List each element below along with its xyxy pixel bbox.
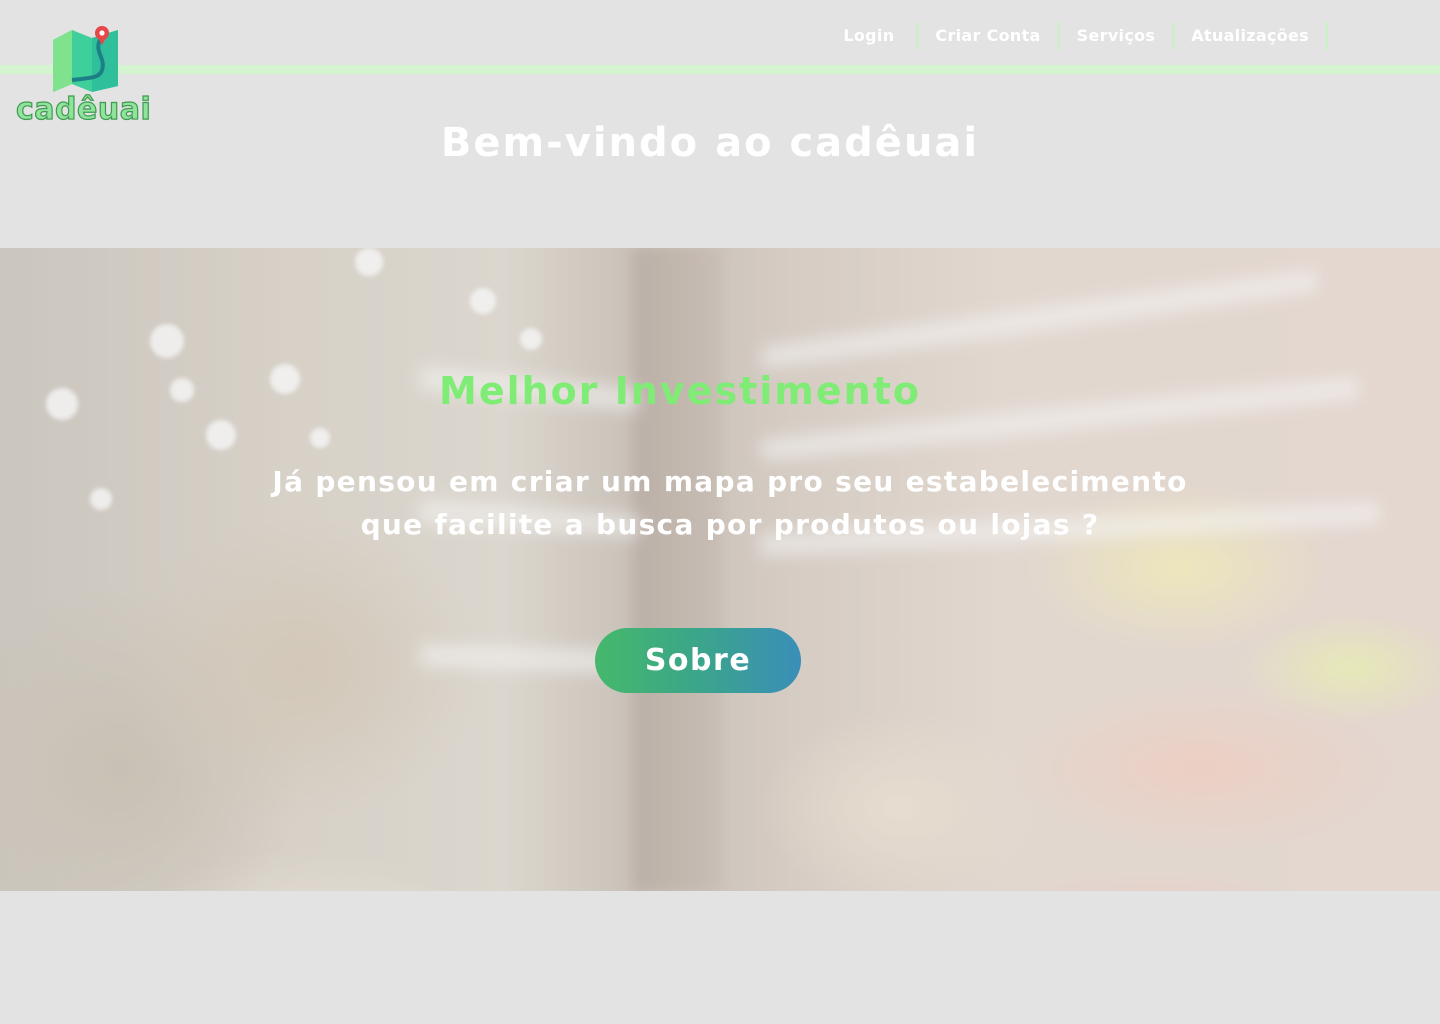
nav-atualizacoes[interactable]: Atualizações xyxy=(1174,22,1328,50)
sobre-button[interactable]: Sobre xyxy=(595,628,801,693)
hero-description: Já pensou em criar um mapa pro seu estab… xyxy=(0,460,1440,546)
map-pin-icon xyxy=(53,26,118,92)
hero-description-line-1: Já pensou em criar um mapa pro seu estab… xyxy=(272,465,1188,498)
nav-login[interactable]: Login xyxy=(843,22,919,50)
main-nav: Login Criar Conta Serviços Atualizações xyxy=(843,22,1328,50)
site-header: Login Criar Conta Serviços Atualizações xyxy=(0,0,1440,66)
nav-criar-conta[interactable]: Criar Conta xyxy=(918,22,1060,50)
hero-description-line-2: que facilite a busca por produtos ou loj… xyxy=(360,508,1100,541)
hero-title: Melhor Investimento xyxy=(439,369,921,413)
site-logo[interactable]: cadêuai xyxy=(14,18,156,130)
nav-servicos[interactable]: Serviços xyxy=(1060,22,1175,50)
welcome-title: Bem-vindo ao cadêuai xyxy=(440,120,980,166)
hero-banner: Melhor Investimento Já pensou em criar u… xyxy=(0,248,1440,891)
header-divider xyxy=(0,65,1440,74)
